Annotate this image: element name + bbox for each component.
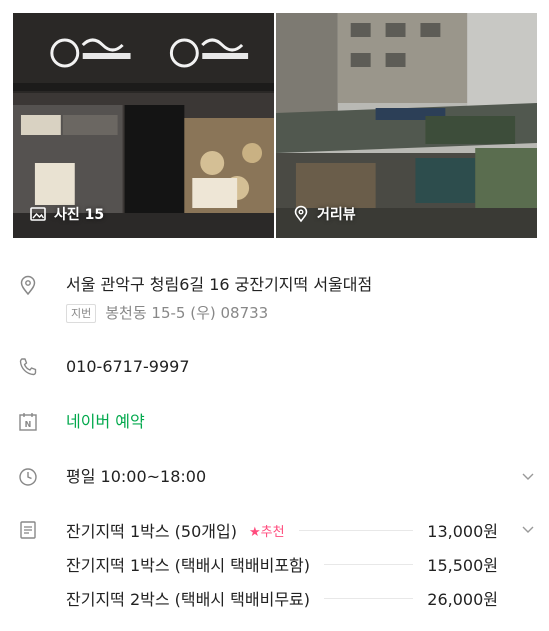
menu-row: 잔기지떡 1박스 (50개입) ★추천 13,000원 잔기지떡 1박스 (택배… bbox=[17, 519, 537, 621]
naver-booking-icon: N bbox=[17, 411, 39, 433]
menu-divider-line bbox=[324, 563, 414, 565]
chevron-down-icon[interactable] bbox=[521, 466, 535, 488]
jibun-tag: 지번 bbox=[66, 303, 97, 323]
naver-reservation-link[interactable]: 네이버 예약 bbox=[66, 411, 145, 433]
photo-count-label: 사진 15 bbox=[29, 204, 104, 224]
location-pin-icon bbox=[294, 205, 308, 223]
road-address[interactable]: 서울 관악구 청림6길 16 궁잔기지떡 서울대점 bbox=[66, 274, 372, 296]
store-photo[interactable]: 사진 15 bbox=[13, 13, 274, 238]
jibun-address: 봉천동 15-5 (우) 08733 bbox=[105, 304, 269, 322]
street-view-photo[interactable]: 거리뷰 bbox=[276, 13, 537, 238]
menu-icon bbox=[17, 519, 39, 541]
menu-item[interactable]: 잔기지떡 1박스 (50개입) ★추천 13,000원 bbox=[66, 519, 498, 541]
street-view-text: 거리뷰 bbox=[317, 207, 356, 223]
address-row: 서울 관악구 청림6길 16 궁잔기지떡 서울대점 지번 봉천동 15-5 (우… bbox=[17, 274, 537, 324]
recommend-badge: ★추천 bbox=[248, 524, 285, 540]
menu-divider-line bbox=[298, 529, 414, 531]
menu-item-name: 잔기지떡 1박스 (택배시 택배비포함) bbox=[66, 556, 311, 575]
photo-count-text: 사진 15 bbox=[54, 207, 105, 223]
naver-n-glyph: N bbox=[25, 420, 32, 429]
street-view-label: 거리뷰 bbox=[292, 204, 356, 224]
chevron-down-icon[interactable] bbox=[521, 519, 535, 541]
phone-icon bbox=[17, 356, 39, 378]
hours-row: 평일 10:00~18:00 bbox=[17, 466, 537, 488]
menu-divider-line bbox=[324, 597, 414, 599]
menu-item-price: 15,500원 bbox=[427, 556, 498, 575]
menu-item-price: 26,000원 bbox=[427, 590, 498, 609]
image-icon bbox=[30, 207, 46, 221]
menu-item-price: 13,000원 bbox=[427, 522, 498, 541]
menu-item[interactable]: 잔기지떡 2박스 (택배시 택배비무료) 26,000원 bbox=[66, 587, 498, 609]
location-pin-icon bbox=[17, 274, 39, 296]
menu-item-name: 잔기지떡 2박스 (택배시 택배비무료) bbox=[66, 590, 311, 609]
phone-row: 010-6717-9997 bbox=[17, 356, 537, 378]
business-hours: 평일 10:00~18:00 bbox=[66, 467, 207, 486]
phone-number[interactable]: 010-6717-9997 bbox=[66, 356, 190, 378]
reservation-row: N 네이버 예약 bbox=[17, 411, 537, 433]
menu-item-name: 잔기지떡 1박스 (50개입) bbox=[66, 522, 237, 541]
photo-strip: 사진 15 거리뷰 bbox=[13, 13, 537, 238]
clock-icon bbox=[17, 466, 39, 488]
menu-list: 잔기지떡 1박스 (50개입) ★추천 13,000원 잔기지떡 1박스 (택배… bbox=[66, 519, 498, 621]
menu-item[interactable]: 잔기지떡 1박스 (택배시 택배비포함) 15,500원 bbox=[66, 553, 498, 575]
